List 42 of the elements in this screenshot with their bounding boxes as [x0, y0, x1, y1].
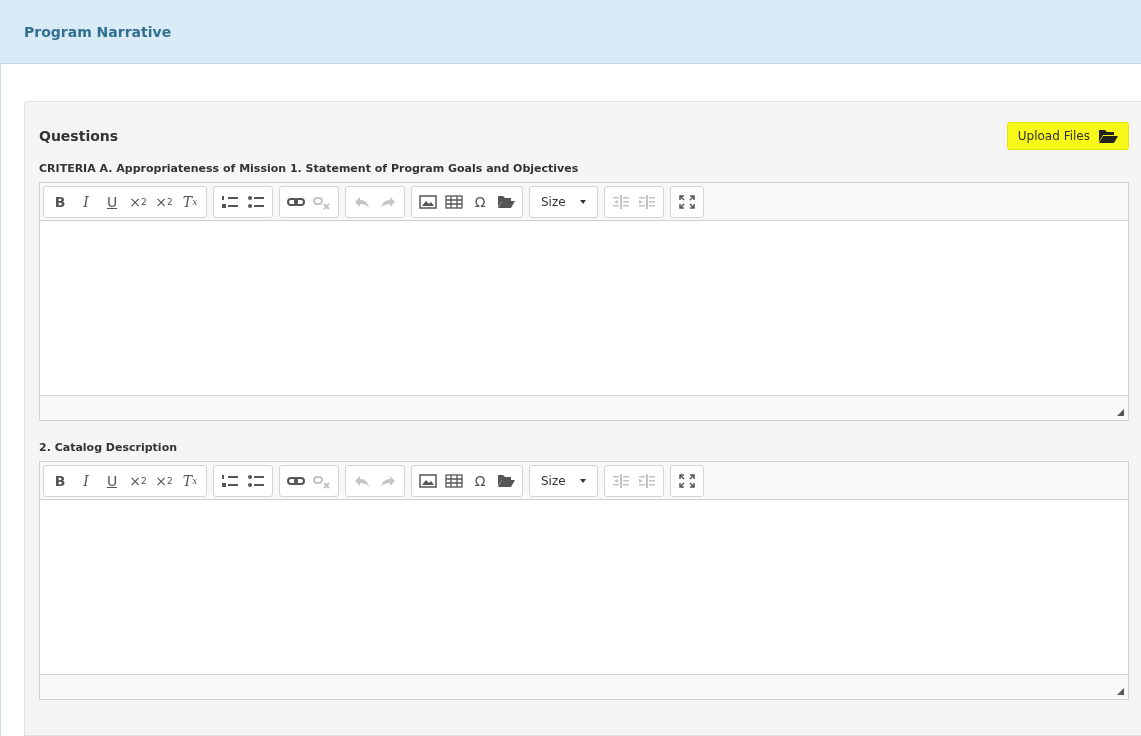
format-button[interactable]: U [99, 468, 125, 494]
question-label: 2. Catalog Description [39, 441, 178, 454]
resize-handle-icon[interactable] [1117, 688, 1124, 695]
numbered-list-icon [221, 473, 239, 489]
maximize-icon [677, 194, 696, 210]
question-label: CRITERIA A. Appropriateness of Mission 1. Statement of Program Goals and Objectives [39, 162, 580, 175]
unlink-icon [313, 194, 331, 210]
unlink-icon [313, 473, 331, 489]
bulleted-list-icon [247, 194, 265, 210]
format-button[interactable]: B [47, 189, 73, 215]
outdent-icon [611, 473, 630, 489]
table-icon [445, 473, 463, 489]
format-button[interactable]: Ω [467, 468, 493, 494]
caret-icon [579, 479, 586, 483]
format-button[interactable]: ×$^{2}$ [151, 468, 177, 494]
format-button[interactable]: I [73, 189, 99, 215]
format-button[interactable]: ×$^{2}$ [151, 189, 177, 215]
upload-files-button[interactable]: Upload Files [1006, 122, 1129, 150]
format-button[interactable]: Ω [467, 189, 493, 215]
maximize-icon [677, 473, 696, 489]
bulleted-list-icon [247, 473, 265, 489]
section-title: Questions [39, 128, 119, 144]
outdent-icon [611, 194, 630, 210]
caret-icon [579, 200, 586, 204]
image-icon [419, 473, 437, 489]
format-button[interactable]: B [47, 468, 73, 494]
image-icon [419, 194, 437, 210]
folder-icon [497, 194, 515, 210]
size-dropdown[interactable]: Size [533, 468, 594, 494]
indent-icon [637, 473, 656, 489]
size-dropdown[interactable]: Size [533, 189, 594, 215]
format-button[interactable]: I [73, 468, 99, 494]
folder-icon [497, 473, 515, 489]
redo-arrow-icon [379, 194, 397, 210]
panel-title: Program Narrative [24, 23, 172, 40]
numbered-list-icon [221, 194, 239, 210]
format-button[interactable]: U [99, 189, 125, 215]
redo-arrow-icon [379, 473, 397, 489]
folder-icon [1098, 129, 1118, 143]
table-icon [445, 194, 463, 210]
resize-handle-icon[interactable] [1117, 409, 1124, 416]
indent-icon [637, 194, 656, 210]
